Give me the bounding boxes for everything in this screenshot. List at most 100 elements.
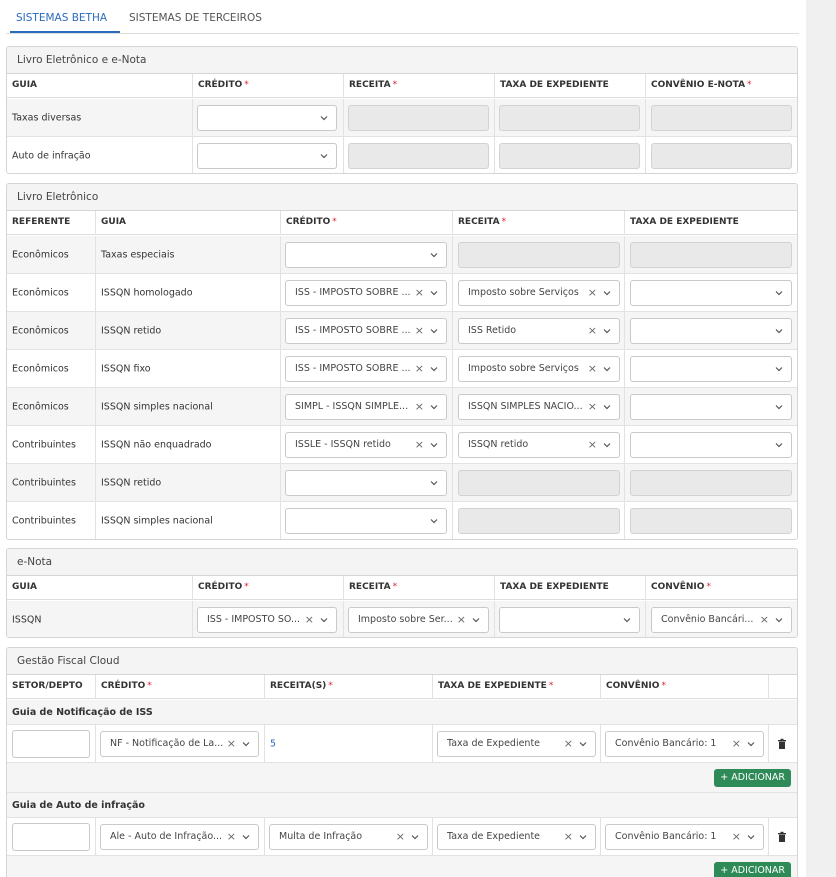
close-icon[interactable]: × (760, 613, 769, 626)
taxa-expediente-select[interactable]: Taxa de Expediente × (437, 730, 596, 757)
setor-depto-input[interactable] (12, 822, 90, 851)
close-icon[interactable]: × (227, 830, 236, 843)
receitas-select[interactable]: Multa de Infração × (269, 823, 428, 850)
group-header: Guia de Notificação de ISS (7, 700, 797, 725)
add-button[interactable]: + ADICIONAR (714, 769, 791, 787)
convenio-select[interactable]: Convênio Bancário: 1 × (605, 730, 764, 757)
taxa-expediente-select[interactable] (630, 393, 792, 420)
chevron-down-icon (774, 402, 784, 412)
credito-select[interactable]: NF - Notificação de La... × (100, 730, 259, 757)
chevron-down-icon (622, 615, 632, 625)
page-scrollbar[interactable] (806, 0, 836, 877)
referente-label: Contribuintes (12, 477, 76, 488)
chevron-down-icon (602, 440, 612, 450)
plus-icon: + (720, 772, 732, 783)
active-tab-indicator (10, 31, 120, 33)
header-guia: GUIA (95, 211, 280, 235)
header-taxa-expediente: TAXA DE EXPEDIENTE (624, 211, 797, 235)
chevron-down-icon (774, 615, 784, 625)
taxa-expediente-select[interactable] (499, 606, 640, 633)
taxa-expediente-select[interactable]: Taxa de Expediente × (437, 823, 596, 850)
guia-label: ISSQN não enquadrado (101, 439, 212, 450)
tabs-bar: SISTEMAS BETHA SISTEMAS DE TERCEIROS (6, 0, 799, 34)
select-value: ISS - IMPOSTO SOBRE ... (295, 324, 411, 336)
close-icon[interactable]: × (588, 400, 597, 413)
receitas-link[interactable]: 5 (270, 738, 276, 749)
credito-select[interactable]: ISS - IMPOSTO SOBRE ... × (285, 355, 447, 382)
header-taxa-expediente: TAXA DE EXPEDIENTE (494, 576, 645, 600)
chevron-down-icon (429, 516, 439, 526)
close-icon[interactable]: × (457, 613, 466, 626)
chevron-down-icon (319, 151, 329, 161)
add-button[interactable]: + ADICIONAR (714, 862, 791, 877)
credito-select[interactable]: ISS - IMPOSTO SOBRE ... × (285, 279, 447, 306)
chevron-down-icon (471, 615, 481, 625)
table-row: Econômicos ISSQN retido ISS - IMPOSTO SOBR… (7, 312, 797, 350)
close-icon[interactable]: × (227, 737, 236, 750)
close-icon[interactable]: × (415, 286, 424, 299)
close-icon[interactable]: × (415, 324, 424, 337)
credito-select[interactable]: Ale - Auto de Infração... × (100, 823, 259, 850)
table-row: Econômicos ISSQN simples nacional SIMPL - … (7, 388, 797, 426)
table-row: Taxas diversas (7, 99, 797, 137)
close-icon[interactable]: × (588, 438, 597, 451)
close-icon[interactable]: × (588, 286, 597, 299)
receita-select[interactable]: Imposto sobre Serviços × (458, 279, 620, 306)
close-icon[interactable]: × (564, 830, 573, 843)
trash-icon[interactable] (777, 738, 787, 749)
setor-depto-input[interactable] (12, 729, 90, 758)
referente-label: Econômicos (12, 363, 69, 374)
trash-icon[interactable] (777, 831, 787, 842)
credito-select[interactable] (285, 469, 447, 496)
taxa-expediente-select[interactable] (630, 279, 792, 306)
guia-label: Taxas especiais (101, 249, 175, 260)
credito-select[interactable] (285, 241, 447, 268)
credito-select[interactable] (285, 508, 447, 534)
close-icon[interactable]: × (732, 737, 741, 750)
receita-select[interactable]: ISSQN SIMPLES NACIO... × (458, 393, 620, 420)
referente-label: Econômicos (12, 325, 69, 336)
receita-select[interactable]: ISSQN retido × (458, 431, 620, 458)
chevron-down-icon (429, 364, 439, 374)
header-convenio-enota: CONVÊNIO E-NOTA * (645, 74, 797, 98)
tab-sistemas-terceiros[interactable]: SISTEMAS DE TERCEIROS (129, 12, 262, 24)
taxa-expediente-select[interactable] (630, 431, 792, 458)
header-actions (768, 675, 797, 699)
credito-select[interactable]: ISSLE - ISSQN retido × (285, 431, 447, 458)
header-credito: CRÉDITO * (280, 211, 452, 235)
receita-field-disabled (348, 143, 489, 169)
receita-select[interactable]: ISS Retido × (458, 317, 620, 344)
close-icon[interactable]: × (305, 613, 314, 626)
header-taxa-expediente: TAXA DE EXPEDIENTE (494, 74, 645, 98)
taxa-expediente-select[interactable] (630, 355, 792, 382)
chevron-down-icon (319, 113, 329, 123)
tab-sistemas-betha[interactable]: SISTEMAS BETHA (16, 12, 107, 24)
close-icon[interactable]: × (415, 438, 424, 451)
group-title: Guia de Notificação de ISS (12, 707, 153, 718)
credito-select[interactable]: SIMPL - ISSQN SIMPLE... × (285, 393, 447, 420)
chevron-down-icon (429, 402, 439, 412)
close-icon[interactable]: × (415, 362, 424, 375)
receita-select[interactable]: Imposto sobre Ser... × (348, 606, 489, 633)
close-icon[interactable]: × (415, 400, 424, 413)
guia-label: Auto de infração (12, 150, 91, 162)
close-icon[interactable]: × (588, 324, 597, 337)
close-icon[interactable]: × (588, 362, 597, 375)
credito-select[interactable]: ISS - IMPOSTO SO... × (197, 606, 337, 633)
receita-select[interactable]: Imposto sobre Serviços × (458, 355, 620, 382)
convenio-select[interactable]: Convênio Bancári... × (651, 606, 792, 633)
close-icon[interactable]: × (732, 830, 741, 843)
chevron-down-icon (602, 402, 612, 412)
taxa-expediente-select[interactable] (630, 317, 792, 344)
convenio-select[interactable]: Convênio Bancário: 1 × (605, 823, 764, 850)
panel-livro-eletronico: Livro Eletrônico REFERENTE GUIA CRÉDITO *… (6, 183, 798, 540)
group-header: Guia de Auto de infração (7, 793, 797, 818)
credito-select[interactable] (197, 104, 337, 131)
select-value: SIMPL - ISSQN SIMPLE... (295, 400, 409, 412)
table-row: Econômicos ISSQN fixo ISS - IMPOSTO SOBRE … (7, 350, 797, 388)
credito-select[interactable] (197, 143, 337, 169)
credito-select[interactable]: ISS - IMPOSTO SOBRE ... × (285, 317, 447, 344)
chevron-down-icon (429, 478, 439, 488)
close-icon[interactable]: × (564, 737, 573, 750)
close-icon[interactable]: × (396, 830, 405, 843)
